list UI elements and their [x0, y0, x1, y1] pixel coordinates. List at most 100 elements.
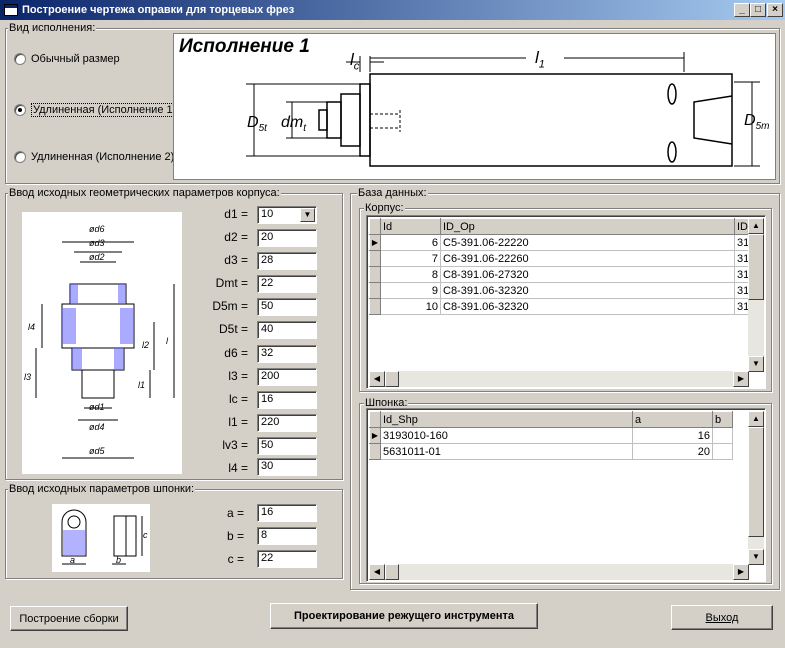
- key-sketch-lines: [61, 509, 143, 565]
- exit-button[interactable]: Выход: [671, 605, 773, 630]
- l3-field[interactable]: 200: [257, 368, 317, 386]
- app-icon: [4, 4, 18, 16]
- label-d3: d3 =: [224, 253, 248, 267]
- key-sketch-b: b: [116, 555, 122, 565]
- d1-combo[interactable]: 10 ▼: [257, 206, 317, 224]
- sketch-l3: l3: [24, 372, 32, 382]
- label-a: a =: [226, 506, 244, 520]
- col-b[interactable]: b: [712, 411, 733, 428]
- row-indicator: [369, 443, 381, 460]
- table-row[interactable]: 7 C6-391.06-22260 31: [369, 250, 758, 267]
- col-id[interactable]: Id: [380, 218, 441, 235]
- body-table-grid[interactable]: Id ID_Op ID_ ▶ 6 C5-391.06-22220 31 7 C6…: [369, 218, 758, 315]
- scroll-left-icon[interactable]: ◀: [369, 371, 385, 387]
- row-indicator: [369, 250, 381, 267]
- body-table-vscroll-thumb[interactable]: [748, 234, 764, 300]
- body-table-vscroll[interactable]: ▲ ▼: [748, 218, 764, 372]
- body-params-label: Ввод исходных геометрических параметров …: [8, 187, 281, 199]
- a-field[interactable]: 16: [257, 504, 317, 522]
- radio-extended-2-label: Удлиненная (Исполнение 2): [31, 151, 175, 163]
- scroll-down-icon[interactable]: ▼: [748, 549, 764, 565]
- l4-field[interactable]: 30: [257, 458, 317, 476]
- d5t-field[interactable]: 40: [257, 321, 317, 339]
- d2-field[interactable]: 20: [257, 229, 317, 247]
- c-field[interactable]: 22: [257, 550, 317, 568]
- dmt-field[interactable]: 22: [257, 275, 317, 293]
- lc-field[interactable]: 16: [257, 391, 317, 409]
- label-d1: d1 =: [224, 207, 248, 221]
- minimize-button[interactable]: _: [734, 3, 750, 17]
- scroll-up-icon[interactable]: ▲: [748, 411, 764, 427]
- row-indicator: [369, 282, 381, 299]
- body-table[interactable]: Id ID_Op ID_ ▶ 6 C5-391.06-22220 31 7 C6…: [366, 215, 766, 389]
- table-row[interactable]: ▶ 3193010-160 16: [369, 427, 733, 444]
- row-indicator-header: [369, 218, 381, 235]
- label-l4: l4 =: [228, 461, 248, 475]
- radio-extended-2[interactable]: Удлиненная (Исполнение 2): [14, 151, 174, 163]
- table-row[interactable]: 8 C8-391.06-27320 31: [369, 266, 758, 283]
- lv3-field[interactable]: 50: [257, 437, 317, 455]
- row-indicator: [369, 298, 381, 315]
- database-label: База данных:: [357, 187, 428, 199]
- sketch-d1: ød1: [89, 402, 105, 412]
- label-l1: l1 =: [228, 415, 248, 429]
- l1-field[interactable]: 220: [257, 414, 317, 432]
- body-table-hscroll-thumb[interactable]: [385, 371, 399, 387]
- d5m-field[interactable]: 50: [257, 298, 317, 316]
- sketch-d3: ød3: [89, 238, 105, 248]
- b-field[interactable]: 8: [257, 527, 317, 545]
- radio-normal-dot[interactable]: [14, 53, 26, 65]
- maximize-button[interactable]: □: [750, 3, 766, 17]
- key-table-vscroll-thumb[interactable]: [748, 427, 764, 537]
- radio-extended-1[interactable]: Удлиненная (Исполнение 1): [14, 103, 179, 117]
- col-id-op[interactable]: ID_Op: [440, 218, 735, 235]
- label-d5m: D5m =: [212, 299, 248, 313]
- d6-field[interactable]: 32: [257, 345, 317, 363]
- label-d6: d6 =: [224, 346, 248, 360]
- col-a[interactable]: a: [632, 411, 713, 428]
- body-sketch: ød6 ød3 ød2 ød1 ød4 ød5 l4 l3 l2 l1 l: [22, 212, 182, 474]
- build-assembly-button[interactable]: Построение сборки: [10, 606, 128, 631]
- body-table-header: Id ID_Op ID_: [369, 218, 758, 235]
- scroll-right-icon[interactable]: ▶: [733, 564, 749, 580]
- close-button[interactable]: ×: [767, 3, 783, 17]
- radio-extended-2-dot[interactable]: [14, 151, 26, 163]
- table-row[interactable]: 5631011-01 20: [369, 443, 733, 460]
- key-sketch-c: c: [143, 530, 148, 540]
- d1-combo-arrow-icon[interactable]: ▼: [300, 208, 315, 222]
- table-row[interactable]: 9 C8-391.06-32320 31: [369, 282, 758, 299]
- radio-extended-1-dot[interactable]: [14, 104, 26, 116]
- sketch-d6: ød6: [89, 224, 105, 234]
- key-table-header: Id_Shp a b: [369, 411, 733, 428]
- col-id-shp[interactable]: Id_Shp: [380, 411, 633, 428]
- sketch-d2: ød2: [89, 252, 105, 262]
- scroll-down-icon[interactable]: ▼: [748, 356, 764, 372]
- scroll-left-icon[interactable]: ◀: [369, 564, 385, 580]
- key-table[interactable]: Id_Shp a b ▶ 3193010-160 16 5631011-01 2…: [366, 408, 766, 582]
- window-title: Построение чертежа оправки для торцевых …: [22, 4, 295, 16]
- key-table-vscroll[interactable]: ▲ ▼: [748, 411, 764, 565]
- radio-extended-1-label: Удлиненная (Исполнение 1): [31, 103, 179, 117]
- variant-drawing: Исполнение 1 lc l1 D5t dmt D5m: [173, 33, 776, 180]
- sketch-d5: ød5: [89, 446, 105, 456]
- table-row[interactable]: 10 C8-391.06-32320 31: [369, 298, 758, 315]
- label-c: c =: [227, 552, 244, 566]
- key-params-label: Ввод исходных параметров шпонки:: [8, 483, 196, 495]
- key-table-hscroll[interactable]: ◀ ▶: [369, 564, 749, 580]
- sketch-d4: ød4: [89, 422, 105, 432]
- sketch-l1: l1: [138, 380, 146, 390]
- label-b: b =: [226, 529, 244, 543]
- design-tool-button[interactable]: Проектирование режущего инструмента: [270, 603, 538, 629]
- table-row[interactable]: ▶ 6 C5-391.06-22220 31: [369, 234, 758, 251]
- drawing-lines: [246, 52, 760, 167]
- scroll-right-icon[interactable]: ▶: [733, 371, 749, 387]
- d3-field[interactable]: 28: [257, 252, 317, 270]
- radio-normal-size[interactable]: Обычный размер: [14, 53, 120, 65]
- body-table-hscroll[interactable]: ◀ ▶: [369, 371, 749, 387]
- label-l3: l3 =: [228, 369, 248, 383]
- scroll-up-icon[interactable]: ▲: [748, 218, 764, 234]
- row-indicator-header: [369, 411, 381, 428]
- key-table-grid[interactable]: Id_Shp a b ▶ 3193010-160 16 5631011-01 2…: [369, 411, 733, 460]
- label-lv3: lv3 =: [222, 438, 248, 452]
- key-table-hscroll-thumb[interactable]: [385, 564, 399, 580]
